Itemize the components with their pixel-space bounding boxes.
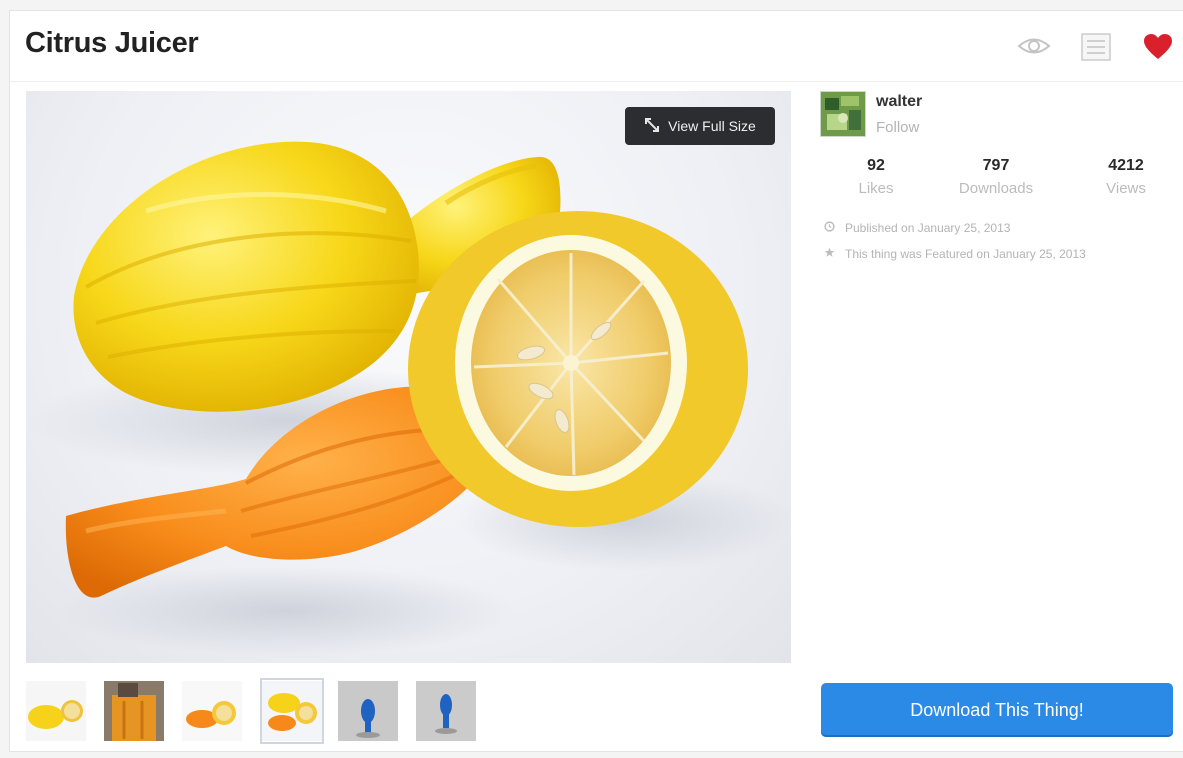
stat-label: Likes	[858, 180, 894, 197]
stat-downloads: 797 Downloads	[941, 157, 1051, 197]
main-photo[interactable]	[26, 91, 791, 663]
thumbnail-strip	[26, 678, 486, 744]
header-actions	[983, 33, 1183, 63]
thing-card: Citrus Juicer View Full Size walter Foll…	[9, 10, 1183, 752]
eye-icon[interactable]	[1017, 35, 1051, 62]
thumbnail-6[interactable]	[416, 681, 476, 741]
stat-value: 797	[982, 157, 1010, 174]
view-full-size-label: View Full Size	[668, 118, 756, 134]
stat-label: Views	[1106, 180, 1146, 197]
author-name[interactable]: walter	[876, 93, 922, 111]
diagonal-arrows-icon	[644, 117, 660, 136]
meta-info: Published on January 25, 2013 This thing…	[824, 215, 1086, 267]
avatar[interactable]	[820, 91, 866, 137]
star-icon	[824, 247, 835, 261]
thumbnail-1[interactable]	[26, 681, 86, 741]
clock-icon	[824, 221, 835, 235]
stat-value: 92	[867, 157, 885, 174]
list-icon[interactable]	[1081, 33, 1111, 66]
featured-row: This thing was Featured on January 25, 2…	[824, 241, 1086, 267]
page-title: Citrus Juicer	[25, 27, 199, 59]
stat-views: 4212 Views	[1071, 157, 1181, 197]
thumbnail-3[interactable]	[182, 681, 242, 741]
featured-text: This thing was Featured on January 25, 2…	[845, 247, 1086, 261]
published-row: Published on January 25, 2013	[824, 215, 1086, 241]
stats: 92 Likes 797 Downloads 4212 Views	[816, 157, 1176, 203]
thumbnail-4-active[interactable]	[260, 678, 324, 744]
thumbnail-2[interactable]	[104, 681, 164, 741]
heart-icon[interactable]	[1143, 33, 1173, 66]
view-full-size-button[interactable]: View Full Size	[625, 107, 775, 145]
stat-value: 4212	[1108, 157, 1144, 174]
published-text: Published on January 25, 2013	[845, 221, 1011, 235]
stat-likes: 92 Likes	[821, 157, 931, 197]
follow-link[interactable]: Follow	[876, 119, 919, 136]
download-button[interactable]: Download This Thing!	[821, 683, 1173, 737]
header-divider	[10, 81, 1183, 82]
stat-label: Downloads	[958, 180, 1034, 197]
thumbnail-5[interactable]	[338, 681, 398, 741]
